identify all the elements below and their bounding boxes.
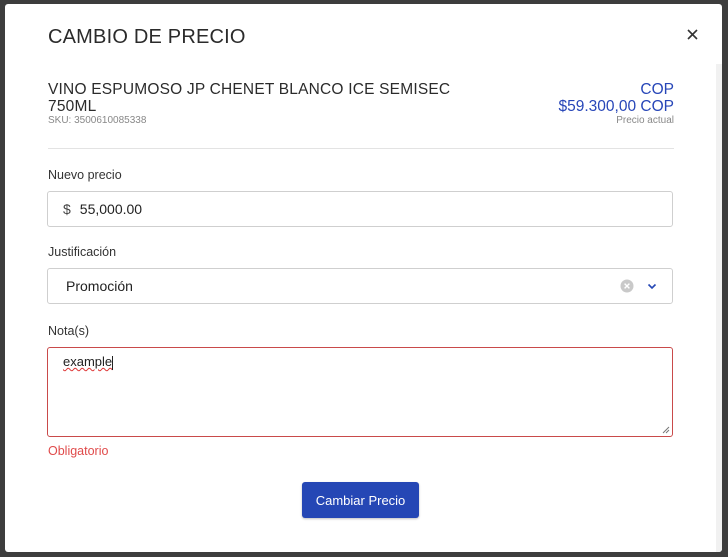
notes-textarea[interactable]: example [47,347,673,437]
justification-value: Promoción [66,278,133,294]
current-price-caption: Precio actual [616,115,674,126]
new-price-input[interactable]: $ 55,000.00 [47,191,673,227]
change-price-modal: CAMBIO DE PRECIO VINO ESPUMOSO JP CHENET… [5,4,722,552]
new-price-label: Nuevo precio [48,168,122,182]
current-price: $59.300,00 COP [558,98,674,115]
divider [48,148,674,149]
close-button[interactable] [682,24,702,44]
modal-title: CAMBIO DE PRECIO [48,26,246,48]
new-price-value: 55,000.00 [79,201,143,217]
product-name: VINO ESPUMOSO JP CHENET BLANCO ICE SEMIS… [48,81,451,115]
modal-scrollbar[interactable] [716,64,722,552]
current-price-block: COP $59.300,00 COP Precio actual [559,81,674,127]
currency-symbol: $ [63,201,71,217]
justification-label: Justificación [48,245,117,259]
justification-select[interactable]: Promoción [47,268,673,304]
clear-icon[interactable] [620,279,634,293]
close-icon [686,28,698,40]
text-caret [112,356,113,370]
change-price-button[interactable]: Cambiar Precio [302,482,419,518]
notes-error: Obligatorio [48,444,109,458]
notes-value: example [63,354,113,369]
chevron-down-icon[interactable] [646,280,658,292]
product-sku: SKU: 3500610085338 [48,115,147,126]
resize-handle-icon[interactable] [662,426,670,434]
currency-code: COP [640,81,674,98]
notes-label: Nota(s) [48,324,89,338]
